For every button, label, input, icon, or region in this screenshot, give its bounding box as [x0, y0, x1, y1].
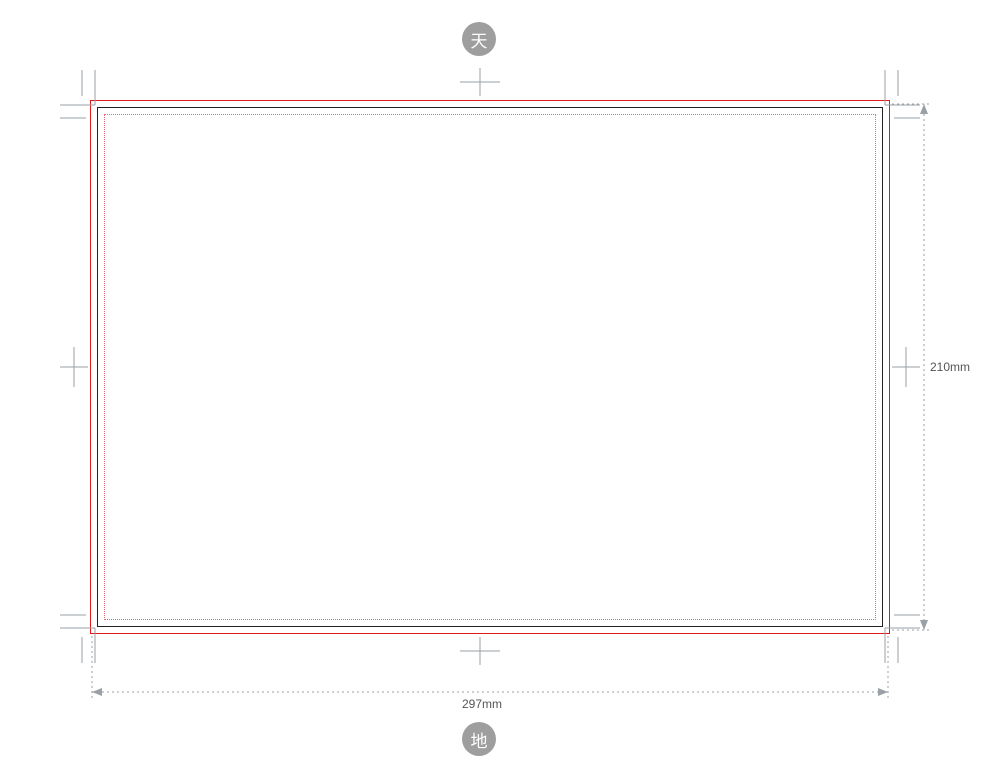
orientation-badge-bottom: 地	[462, 722, 496, 756]
orientation-badge-top: 天	[462, 22, 496, 56]
dimension-height-label: 210mm	[930, 360, 970, 374]
page-safe-area-box	[104, 114, 876, 620]
dimension-width-label: 297mm	[462, 697, 502, 711]
